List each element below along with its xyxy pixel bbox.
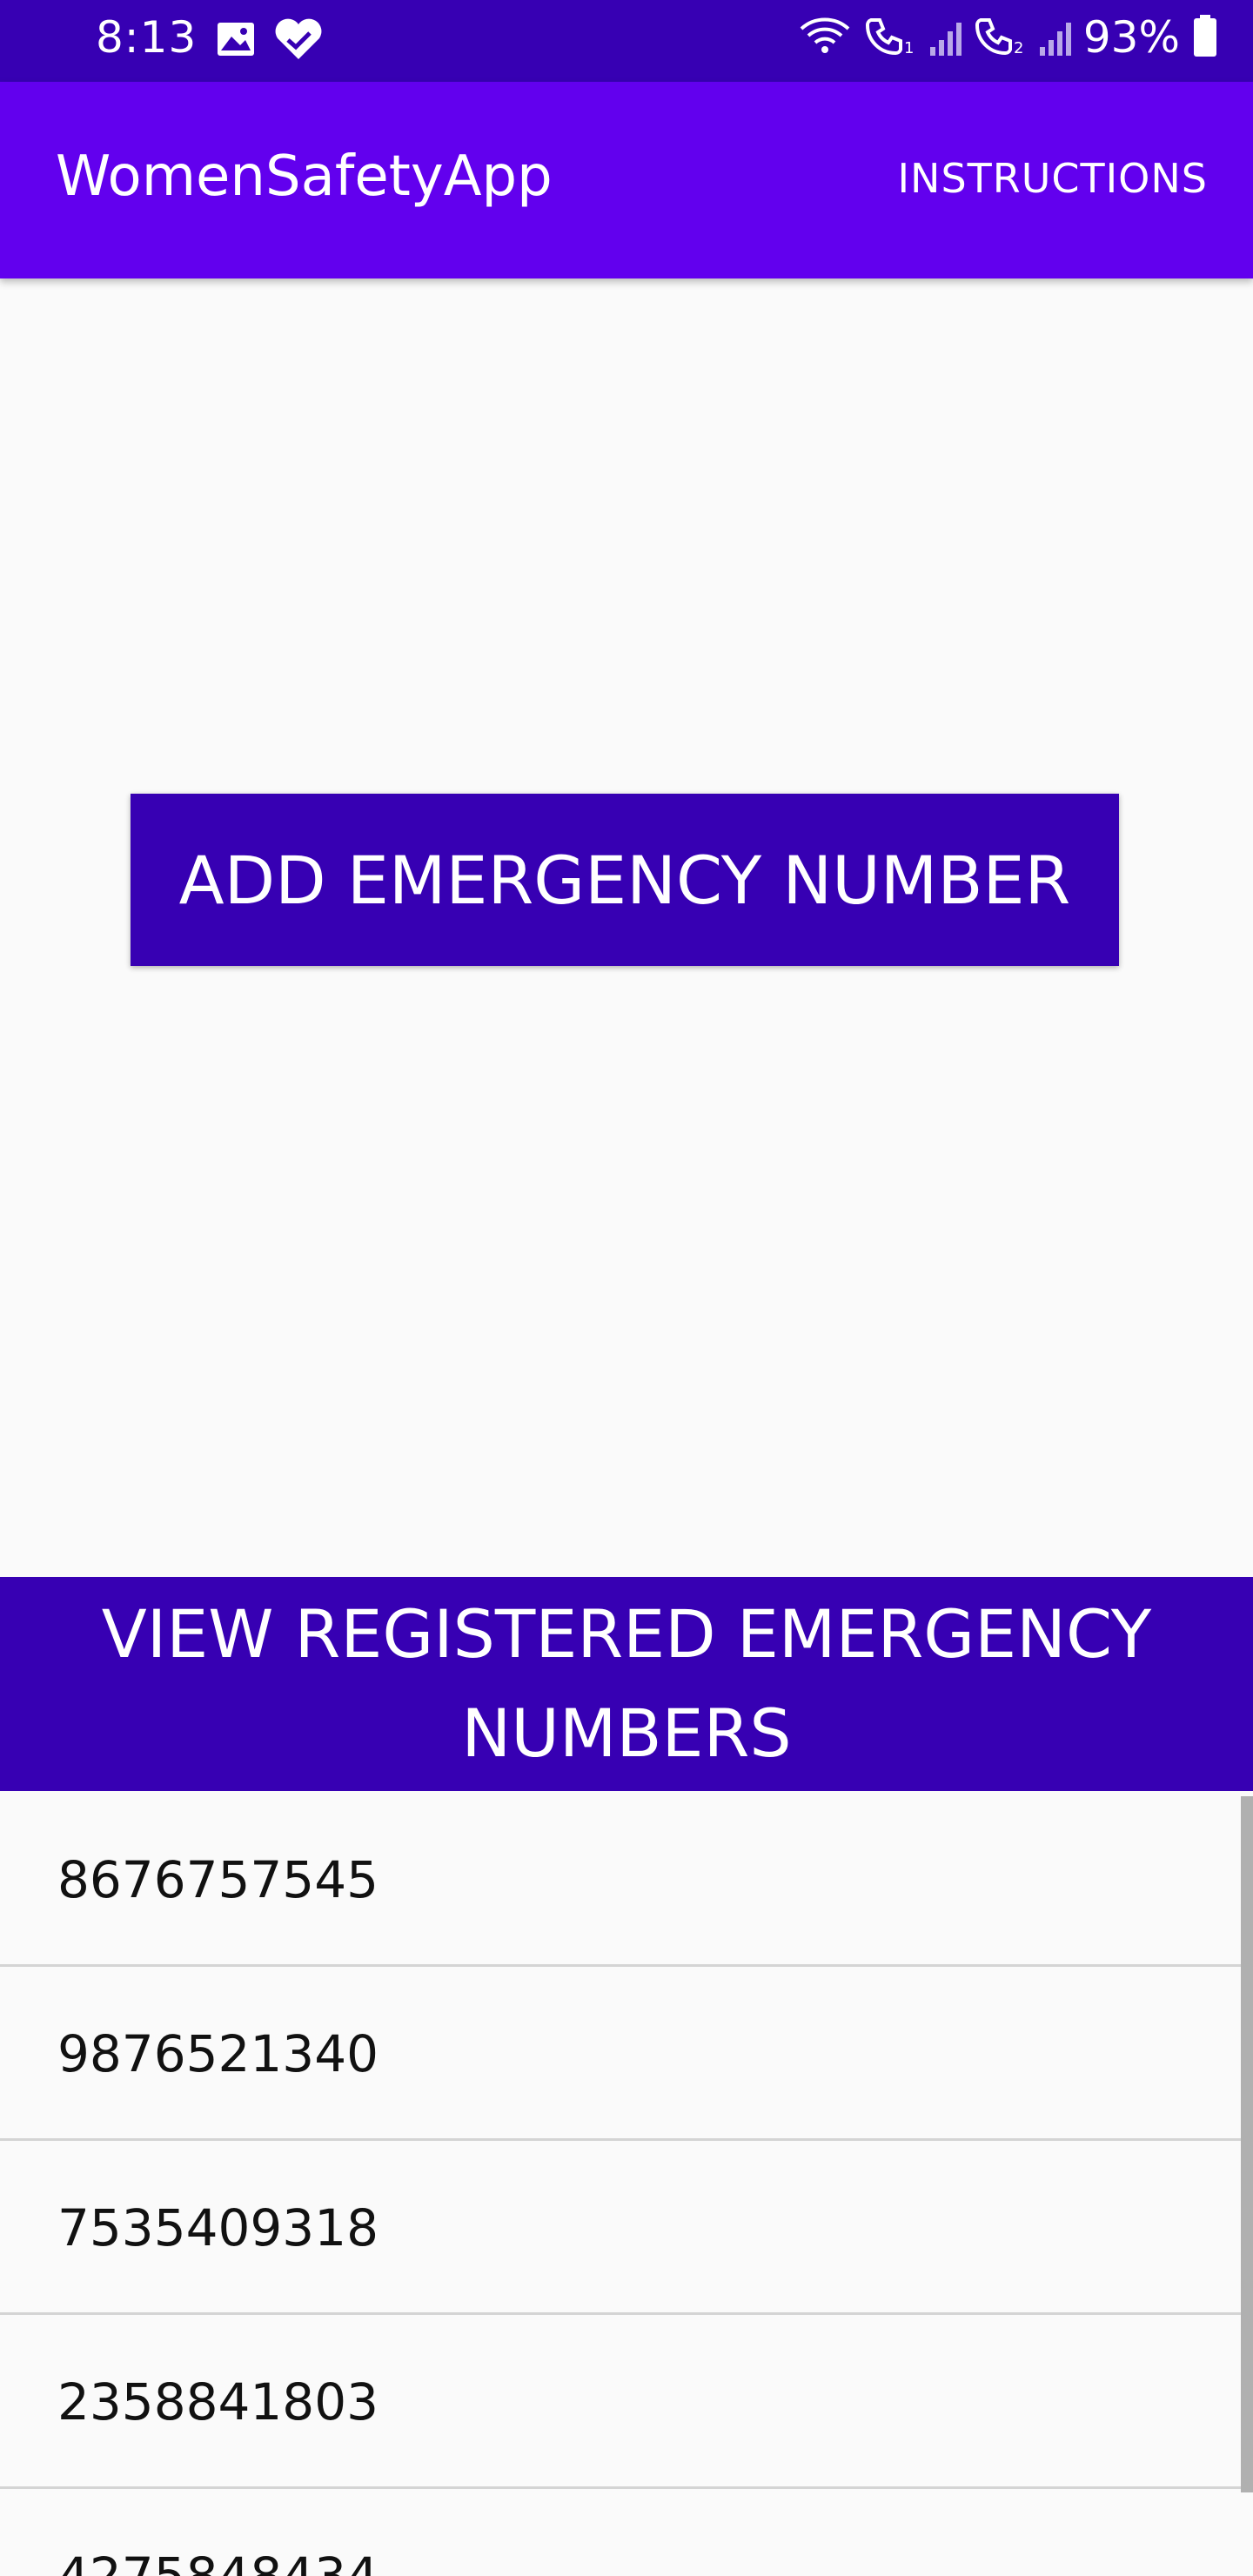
- phone-number: 9876521340: [57, 2024, 379, 2083]
- status-time: 8:13: [96, 12, 198, 63]
- phone-number: 4275848434: [57, 2546, 379, 2576]
- app-title: WomenSafetyApp: [56, 144, 553, 209]
- signal-icon: [929, 19, 962, 56]
- heart-check-icon: [273, 17, 324, 64]
- add-emergency-number-button[interactable]: ADD EMERGENCY NUMBER: [131, 794, 1119, 966]
- wifi-call-sim2-icon: 2: [974, 15, 1028, 60]
- battery-percent: 93%: [1082, 12, 1180, 63]
- phone-number: 2358841803: [57, 2372, 379, 2432]
- svg-text:2: 2: [1014, 39, 1023, 57]
- status-bar: 8:13 1 2 93%: [0, 0, 1253, 82]
- svg-text:1: 1: [904, 39, 914, 57]
- phone-number: 7535409318: [57, 2198, 379, 2257]
- app-bar: WomenSafetyApp INSTRUCTIONS: [0, 82, 1253, 278]
- phone-number: 8676757545: [57, 1850, 379, 1909]
- status-right: 1 2 93%: [798, 12, 1218, 63]
- list-scrollbar[interactable]: [1241, 1796, 1253, 2492]
- status-left-icons: [216, 17, 324, 64]
- list-item[interactable]: 9876521340: [0, 1967, 1253, 2141]
- list-item[interactable]: 7535409318: [0, 2141, 1253, 2315]
- battery-icon: [1192, 14, 1218, 61]
- wifi-call-sim1-icon: 1: [864, 15, 918, 60]
- wifi-icon: [798, 15, 852, 60]
- list-item[interactable]: 2358841803: [0, 2315, 1253, 2489]
- signal-icon: [1039, 19, 1071, 56]
- view-registered-numbers-button[interactable]: VIEW REGISTERED EMERGENCY NUMBERS: [0, 1577, 1253, 1791]
- image-icon: [216, 21, 256, 61]
- emergency-number-list[interactable]: 8676757545 9876521340 7535409318 2358841…: [0, 1793, 1253, 2576]
- list-item[interactable]: 8676757545: [0, 1793, 1253, 1967]
- list-item[interactable]: 4275848434: [0, 2489, 1253, 2576]
- instructions-button[interactable]: INSTRUCTIONS: [897, 155, 1208, 202]
